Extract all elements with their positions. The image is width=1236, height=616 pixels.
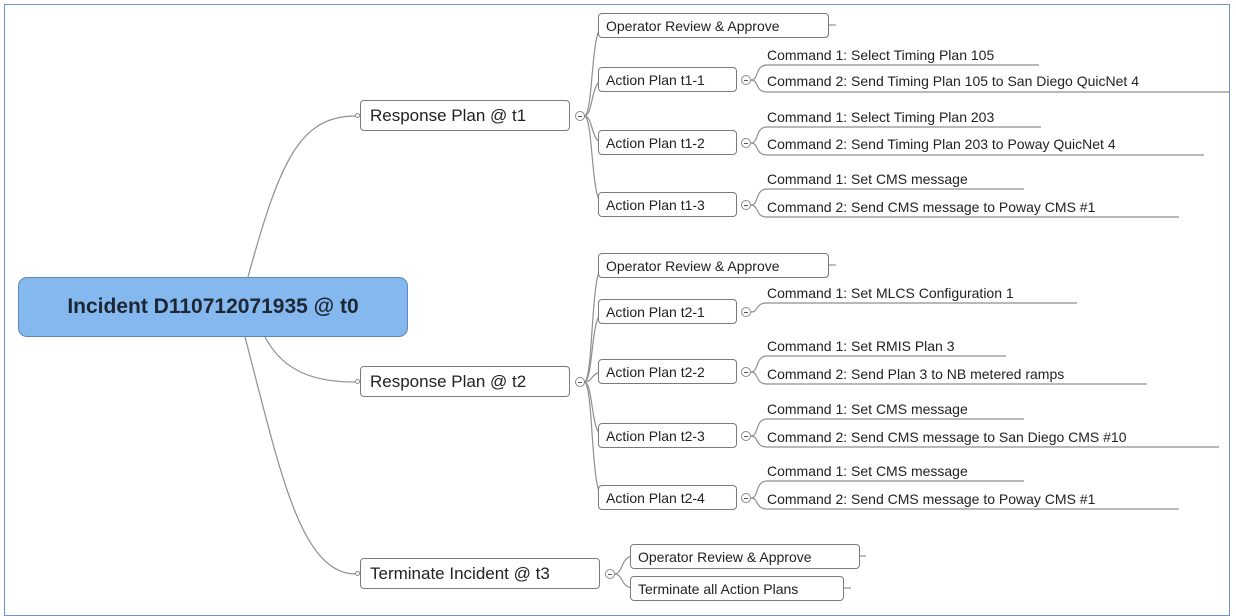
t1-2-command-2: Command 2: Send Timing Plan 203 to Poway… — [767, 136, 1116, 152]
t1-operator-review[interactable]: Operator Review & Approve — [598, 13, 829, 38]
t2-4-command-1: Command 1: Set CMS message — [767, 463, 968, 479]
connector-dot-icon — [355, 113, 360, 118]
connector-line — [750, 188, 768, 206]
action-plan-t2-2[interactable]: Action Plan t2-2 — [598, 359, 737, 384]
action-plan-t2-1[interactable]: Action Plan t2-1 — [598, 299, 737, 324]
connector-line — [750, 497, 768, 510]
connector-line — [750, 371, 768, 385]
connector-dot-icon — [355, 571, 360, 576]
collapse-toggle-icon[interactable] — [741, 200, 751, 210]
action-plan-t1-2[interactable]: Action Plan t1-2 — [598, 130, 737, 155]
t1-3-command-2: Command 2: Send CMS message to Poway CMS… — [767, 199, 1096, 215]
action-plan-t2-3[interactable]: Action Plan t2-3 — [598, 423, 737, 448]
connector-line — [750, 142, 768, 156]
connector-line — [750, 64, 768, 81]
collapse-toggle-icon[interactable] — [741, 431, 751, 441]
t2-3-command-2: Command 2: Send CMS message to San Diego… — [767, 429, 1127, 445]
connector-line — [264, 336, 357, 383]
connector-line — [750, 79, 768, 93]
connector-line — [750, 418, 768, 437]
collapse-toggle-icon[interactable] — [741, 138, 751, 148]
collapse-toggle-icon[interactable] — [741, 75, 751, 85]
t2-2-command-2: Command 2: Send Plan 3 to NB metered ram… — [767, 366, 1065, 382]
collapse-toggle-icon[interactable] — [741, 307, 751, 317]
t2-2-command-1: Command 1: Set RMIS Plan 3 — [767, 338, 955, 354]
t2-4-command-2: Command 2: Send CMS message to Poway CMS… — [767, 491, 1096, 507]
collapse-toggle-icon[interactable] — [741, 367, 751, 377]
root-node[interactable]: Incident D110712071935 @ t0 — [18, 277, 408, 337]
connector-line — [750, 480, 768, 499]
collapse-toggle-icon[interactable] — [605, 569, 615, 579]
action-plan-t1-1[interactable]: Action Plan t1-1 — [598, 67, 737, 92]
connector-line — [750, 302, 768, 313]
collapse-toggle-icon[interactable] — [575, 111, 585, 121]
response-plan-t1[interactable]: Response Plan @ t1 — [360, 100, 570, 131]
connector-line — [750, 204, 768, 218]
t2-3-command-1: Command 1: Set CMS message — [767, 401, 968, 417]
connector-line — [750, 355, 768, 373]
t1-3-command-1: Command 1: Set CMS message — [767, 171, 968, 187]
connector-line — [247, 115, 357, 278]
terminate-incident[interactable]: Terminate Incident @ t3 — [360, 558, 600, 589]
connector-dot-icon — [355, 379, 360, 384]
connector-line — [750, 435, 768, 448]
action-plan-t2-4[interactable]: Action Plan t2-4 — [598, 485, 737, 510]
t1-1-command-1: Command 1: Select Timing Plan 105 — [767, 47, 995, 63]
connector-line — [750, 126, 768, 144]
t1-2-command-1: Command 1: Select Timing Plan 203 — [767, 109, 995, 125]
action-plan-t1-3[interactable]: Action Plan t1-3 — [598, 192, 737, 217]
collapse-toggle-icon[interactable] — [575, 377, 585, 387]
t1-1-command-2: Command 2: Send Timing Plan 105 to San D… — [767, 73, 1139, 89]
t3-operator-review[interactable]: Operator Review & Approve — [630, 544, 860, 569]
t2-1-command-1: Command 1: Set MLCS Configuration 1 — [767, 285, 1014, 301]
collapse-toggle-icon[interactable] — [741, 493, 751, 503]
t2-operator-review[interactable]: Operator Review & Approve — [598, 253, 829, 278]
terminate-all-action-plans[interactable]: Terminate all Action Plans — [630, 576, 844, 601]
response-plan-t2[interactable]: Response Plan @ t2 — [360, 366, 570, 397]
